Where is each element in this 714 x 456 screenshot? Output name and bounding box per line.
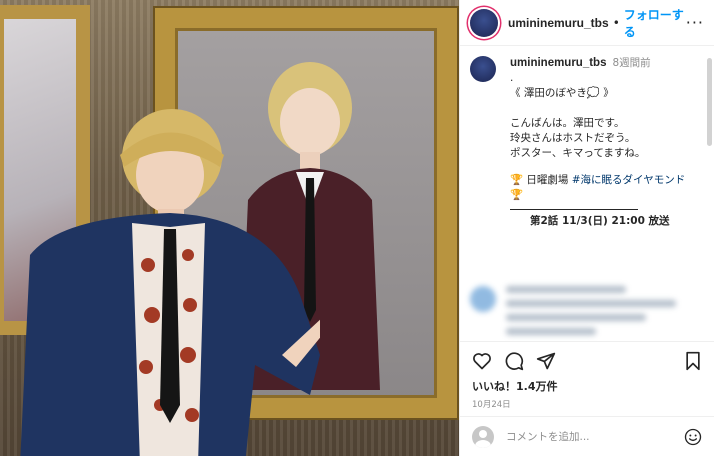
post-photo[interactable]: [0, 0, 459, 456]
scrollbar[interactable]: [707, 58, 712, 146]
more-options-icon[interactable]: ···: [686, 13, 704, 32]
bookmark-icon[interactable]: [684, 351, 702, 371]
caption-line: .: [510, 72, 514, 84]
comment-bar: [460, 416, 714, 456]
post-header: umininemuru_tbs • フォローする ···: [460, 0, 714, 46]
post-date[interactable]: 10月24日: [472, 398, 702, 410]
hashtag-link[interactable]: #海に眠るダイヤモンド: [572, 174, 685, 186]
caption-avatar[interactable]: [470, 56, 496, 82]
caption-username[interactable]: umininemuru_tbs: [510, 57, 606, 69]
caption-line: [510, 101, 685, 116]
caption-text: umininemuru_tbs 8週間前 . 《 澤田のぼやき💭 》 こんばんは。…: [510, 56, 685, 229]
caption-time[interactable]: 8週間前: [612, 57, 650, 69]
post-sidebar: umininemuru_tbs • フォローする ··· umininemuru…: [459, 0, 714, 456]
show-title-line: 🏆 日曜劇場 #海に眠るダイヤモンド: [510, 173, 685, 188]
caption-line: ポスター、キマってますね。: [510, 147, 646, 159]
heart-icon[interactable]: [472, 351, 492, 371]
blurred-comment: [470, 286, 700, 341]
user-avatar-icon: [472, 425, 494, 448]
separator-dot: •: [612, 15, 620, 30]
caption-line: 《 澤田のぼやき💭 》: [510, 87, 614, 99]
author-username[interactable]: umininemuru_tbs: [508, 16, 609, 30]
comment-icon[interactable]: [504, 351, 524, 371]
commenter-avatar: [470, 286, 496, 312]
follow-button[interactable]: フォローする: [624, 6, 686, 40]
show-prefix: 🏆 日曜劇場: [510, 174, 572, 186]
caption-line: 玲央さんはホストだぞう。: [510, 132, 636, 144]
divider: [510, 209, 638, 210]
caption-area: umininemuru_tbs 8週間前 . 《 澤田のぼやき💭 》 こんばんは。…: [460, 46, 714, 341]
caption-line: こんばんは。澤田です。: [510, 117, 625, 129]
caption-line: [510, 161, 685, 173]
comment-input[interactable]: [506, 430, 676, 443]
emoji-icon[interactable]: [684, 428, 702, 446]
show-suffix: 🏆: [510, 189, 524, 201]
person: [20, 109, 320, 456]
like-count[interactable]: いいね！1.4万件: [472, 378, 702, 394]
episode-line: 第2話 11/3(日) 21:00 放送: [530, 215, 670, 227]
action-bar: いいね！1.4万件 10月24日: [460, 341, 714, 410]
author-avatar[interactable]: [470, 8, 498, 37]
caption: umininemuru_tbs 8週間前 . 《 澤田のぼやき💭 》 こんばんは。…: [470, 56, 704, 229]
share-icon[interactable]: [536, 351, 556, 371]
